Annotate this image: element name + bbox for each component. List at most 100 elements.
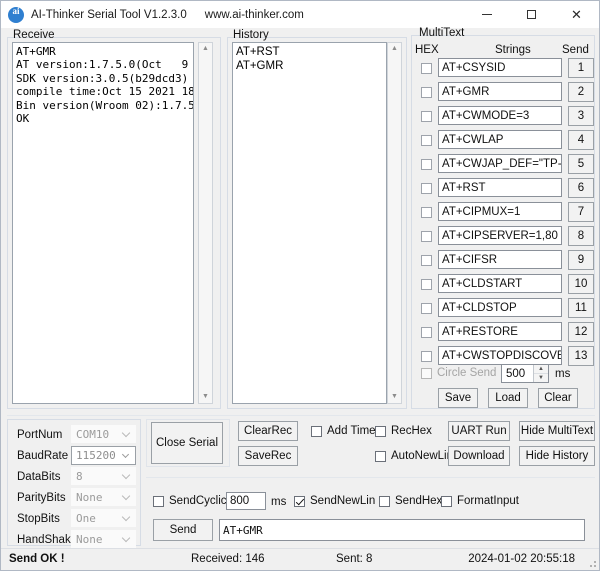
databits-label: DataBits [17,471,60,483]
multitext-hex-checkbox[interactable] [421,327,432,338]
multitext-send-button[interactable]: 13 [568,346,594,366]
circle-send-spin-up-icon[interactable]: ▲ [534,365,548,374]
multitext-send-button[interactable]: 11 [568,298,594,318]
receive-textarea[interactable]: AT+GMR AT version:1.7.5.0(Oct 9 2021 09:… [12,42,194,404]
multitext-send-button[interactable]: 6 [568,178,594,198]
multitext-hex-checkbox[interactable] [421,159,432,170]
send-text-input[interactable]: AT+GMR [219,519,585,541]
receive-scrollbar[interactable]: ▲ ▼ [198,42,213,404]
circle-send-checkbox[interactable]: Circle Send [421,367,496,379]
multitext-hex-checkbox[interactable] [421,207,432,218]
send-newline-checkbox[interactable]: SendNewLin [294,495,375,507]
resize-grip-icon[interactable] [586,557,596,567]
send-cyclic-checkbox[interactable]: SendCyclic [153,495,227,507]
vendor-url-label: www.ai-thinker.com [205,9,304,21]
circle-send-interval-stepper[interactable]: 500 ▲ ▼ [501,364,549,383]
multitext-hex-checkbox[interactable] [421,351,432,362]
multitext-send-button[interactable]: 2 [568,82,594,102]
multitext-command-input[interactable]: AT+CIFSR [438,250,562,269]
portnum-combobox[interactable]: COM10 [71,425,136,443]
clear-rec-button[interactable]: ClearRec [238,421,298,441]
paritybits-combobox[interactable]: None [71,488,136,506]
multitext-hex-checkbox[interactable] [421,279,432,290]
auto-newline-checkbox-box[interactable] [375,451,386,462]
send-hex-checkbox-box[interactable] [379,496,390,507]
history-textarea[interactable]: AT+RST AT+GMR [232,42,387,404]
app-window: AI-Thinker Serial Tool V1.2.3.0 www.ai-t… [0,0,600,571]
multitext-command-input[interactable]: AT+CSYSID [438,58,562,77]
multitext-send-button[interactable]: 12 [568,322,594,342]
multitext-command-input[interactable]: AT+CIPSERVER=1,80 [438,226,562,245]
history-scroll-up-icon[interactable]: ▲ [391,43,398,55]
send-newline-checkbox-box[interactable] [294,496,305,507]
handshaking-combobox[interactable]: None [71,530,136,548]
multitext-send-button[interactable]: 3 [568,106,594,126]
multitext-command-input[interactable]: AT+RST [438,178,562,197]
circle-send-checkbox-box[interactable] [421,368,432,379]
multitext-load-button[interactable]: Load [488,388,528,408]
multitext-send-button[interactable]: 5 [568,154,594,174]
multitext-hex-checkbox[interactable] [421,111,432,122]
multitext-send-button[interactable]: 4 [568,130,594,150]
multitext-clear-button[interactable]: Clear [538,388,578,408]
receive-scroll-up-icon[interactable]: ▲ [202,43,209,55]
multitext-command-input[interactable]: AT+CWLAP [438,130,562,149]
rec-hex-checkbox-box[interactable] [375,426,386,437]
history-scrollbar[interactable]: ▲ ▼ [387,42,402,404]
databits-chevron-down-icon[interactable] [123,472,130,479]
maximize-button[interactable] [509,1,554,28]
baudrate-combobox[interactable]: 115200 [71,446,136,465]
rec-hex-checkbox[interactable]: RecHex [375,425,432,437]
save-rec-button[interactable]: SaveRec [238,446,298,466]
multitext-send-button[interactable]: 9 [568,250,594,270]
multitext-send-button[interactable]: 1 [568,58,594,78]
multitext-command-input[interactable]: AT+CWJAP_DEF="TP-Link [438,154,562,173]
baudrate-chevron-down-icon[interactable] [123,452,130,459]
send-hex-checkbox[interactable]: SendHex [379,495,442,507]
multitext-command-input[interactable]: AT+CWMODE=3 [438,106,562,125]
stopbits-combobox[interactable]: One [71,509,136,527]
multitext-command-input[interactable]: AT+CLDSTOP [438,298,562,317]
send-cyclic-checkbox-box[interactable] [153,496,164,507]
multitext-hex-checkbox[interactable] [421,63,432,74]
add-time-checkbox[interactable]: Add Time [311,425,376,437]
format-input-checkbox-box[interactable] [441,496,452,507]
stopbits-chevron-down-icon[interactable] [123,514,130,521]
hide-multitext-button[interactable]: Hide MultiText [519,421,595,441]
format-input-checkbox[interactable]: FormatInput [441,495,519,507]
multitext-command-input[interactable]: AT+CIPMUX=1 [438,202,562,221]
uart-run-button[interactable]: UART Run [448,421,510,441]
handshaking-chevron-down-icon[interactable] [123,535,130,542]
multitext-send-button[interactable]: 8 [568,226,594,246]
multitext-hex-checkbox[interactable] [421,231,432,242]
multitext-command-input[interactable]: AT+CWSTOPDISCOVER [438,346,562,365]
multitext-save-button[interactable]: Save [438,388,478,408]
multitext-command-input[interactable]: AT+GMR [438,82,562,101]
portnum-chevron-down-icon[interactable] [123,430,130,437]
close-serial-button[interactable]: Close Serial [151,422,223,464]
add-time-checkbox-box[interactable] [311,426,322,437]
databits-value: 8 [76,470,83,483]
circle-send-spin-buttons[interactable]: ▲ ▼ [533,365,548,382]
multitext-command-input[interactable]: AT+RESTORE [438,322,562,341]
paritybits-chevron-down-icon[interactable] [123,493,130,500]
receive-scroll-down-icon[interactable]: ▼ [202,391,209,403]
send-button[interactable]: Send [153,519,213,541]
multitext-hex-checkbox[interactable] [421,135,432,146]
multitext-hex-checkbox[interactable] [421,255,432,266]
multitext-hex-checkbox[interactable] [421,87,432,98]
download-button[interactable]: Download [448,446,510,466]
minimize-button[interactable] [464,1,509,28]
circle-send-spin-down-icon[interactable]: ▼ [534,374,548,382]
auto-newline-checkbox[interactable]: AutoNewLine [375,450,459,462]
hide-history-button[interactable]: Hide History [519,446,595,466]
history-scroll-down-icon[interactable]: ▼ [391,391,398,403]
databits-combobox[interactable]: 8 [71,467,136,485]
multitext-hex-checkbox[interactable] [421,303,432,314]
multitext-send-button[interactable]: 10 [568,274,594,294]
send-cyclic-interval-input[interactable]: 800 [226,492,266,510]
multitext-command-input[interactable]: AT+CLDSTART [438,274,562,293]
multitext-send-button[interactable]: 7 [568,202,594,222]
close-button[interactable]: ✕ [554,1,599,28]
multitext-hex-checkbox[interactable] [421,183,432,194]
